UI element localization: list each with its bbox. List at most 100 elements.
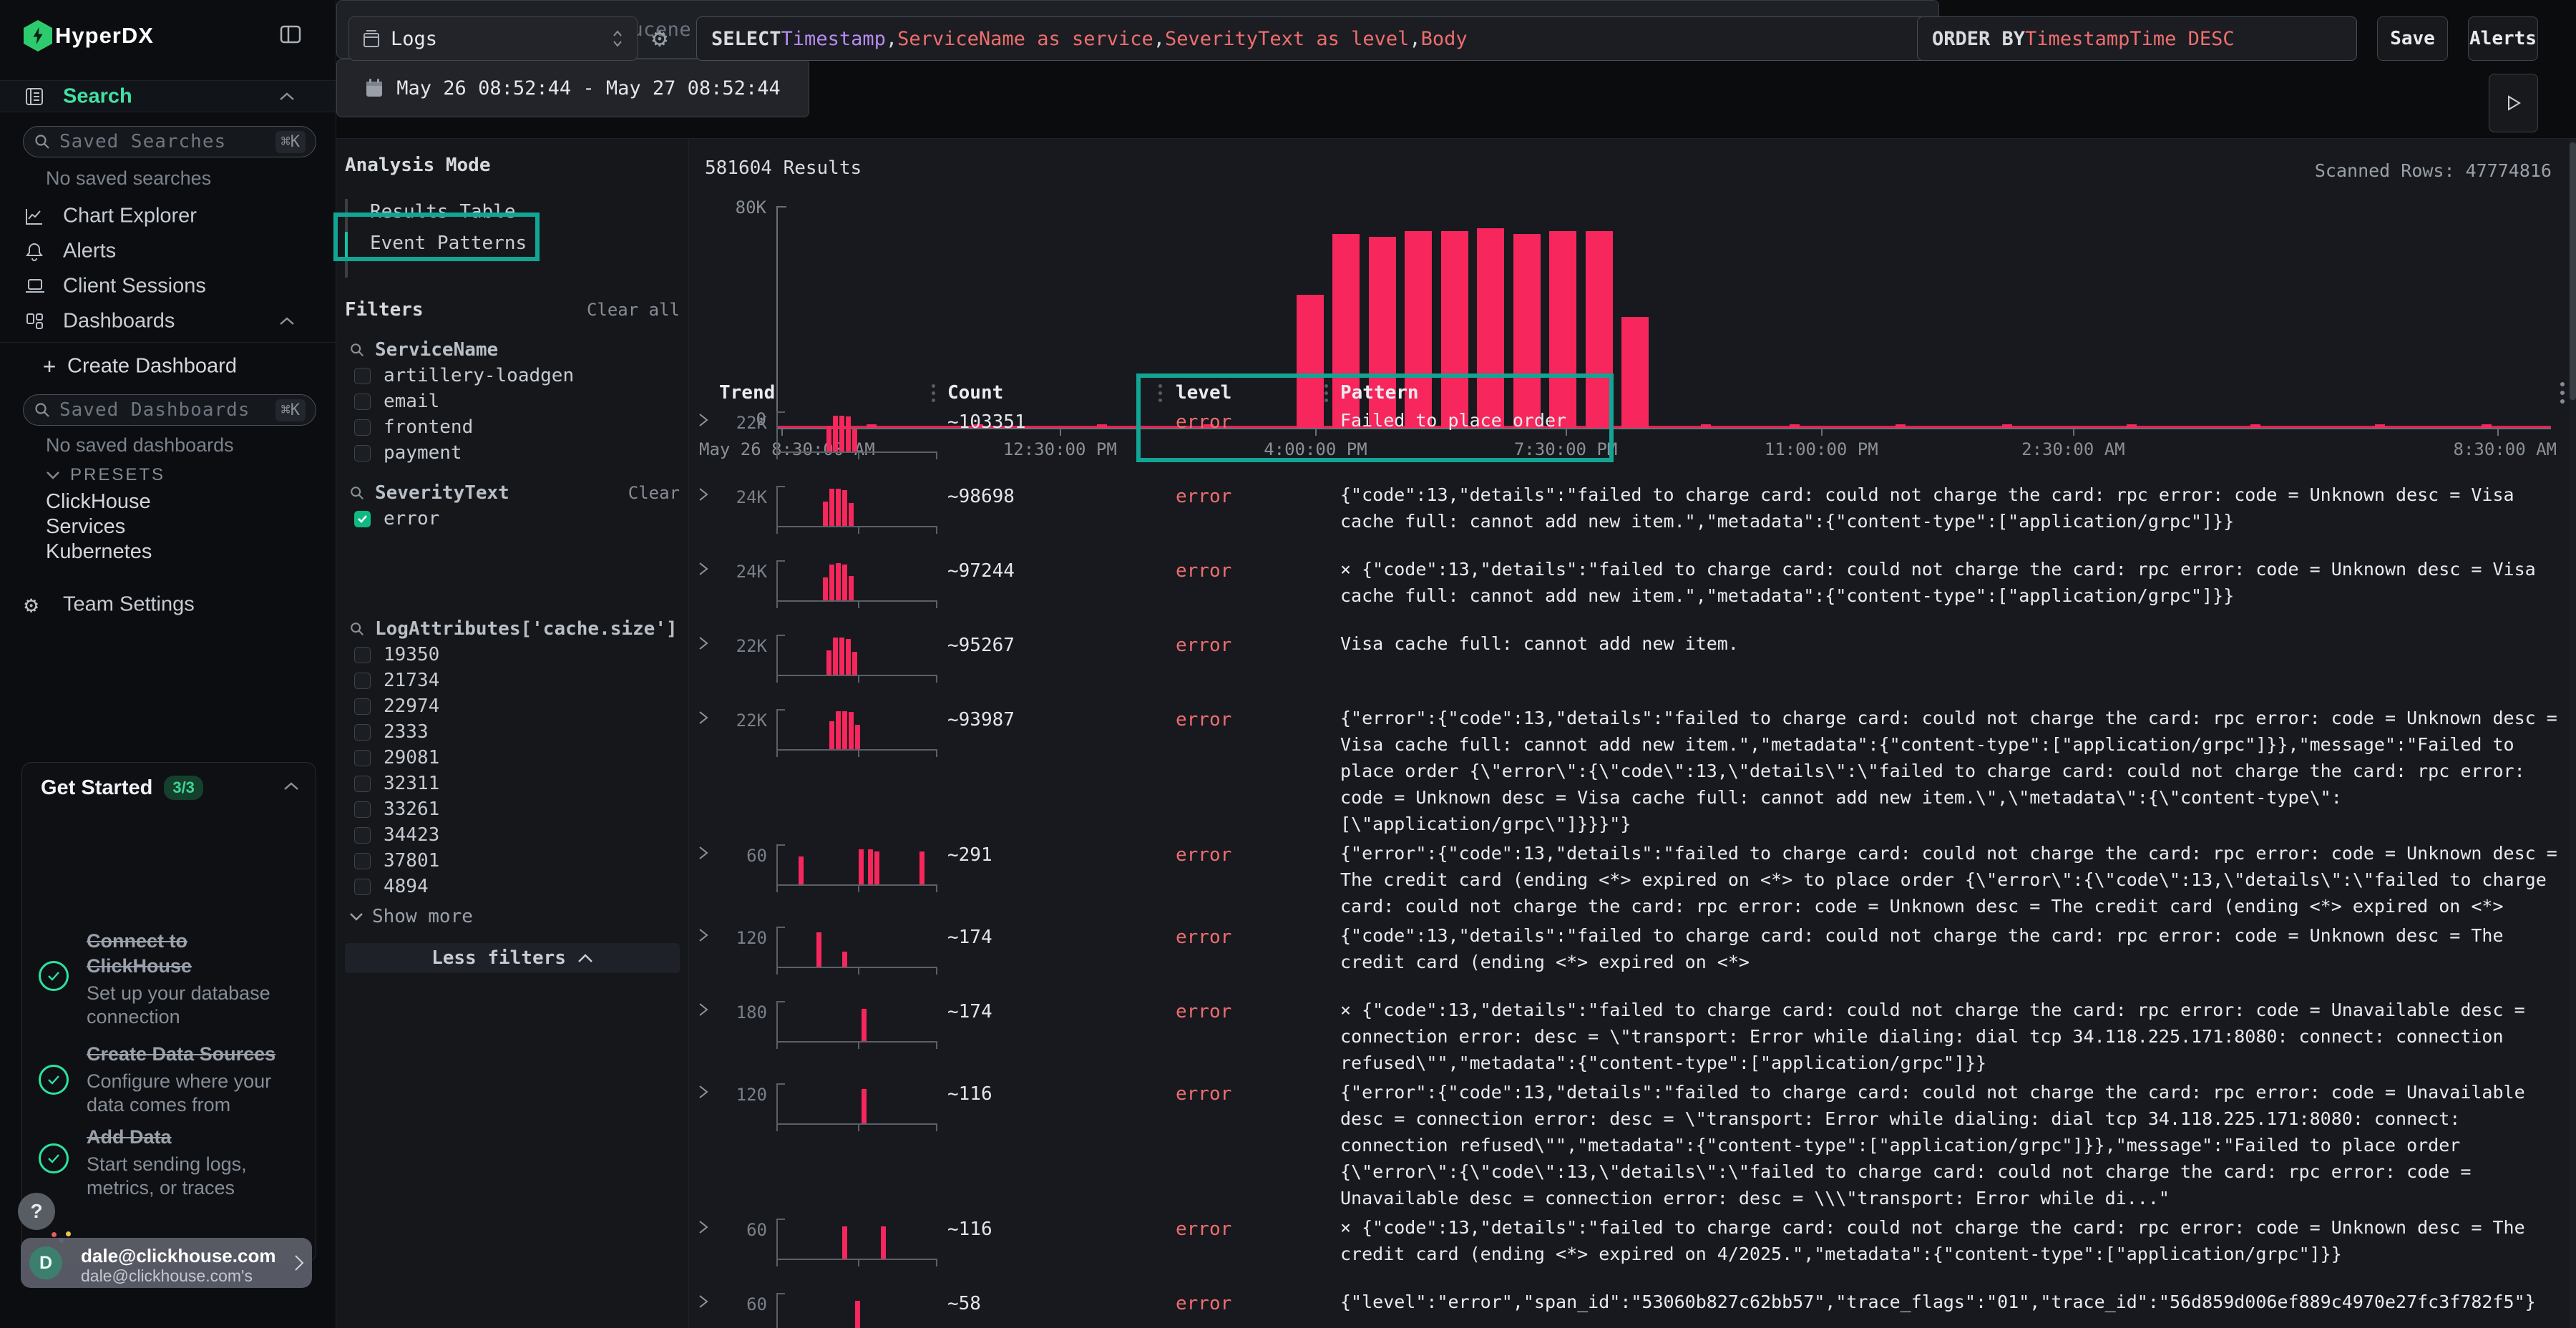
- sidebar-item-client-sessions[interactable]: Client Sessions: [0, 270, 336, 302]
- clear-all-filters-link[interactable]: Clear all: [587, 300, 680, 320]
- sidebar-item-chart-explorer[interactable]: Chart Explorer: [0, 200, 336, 232]
- sql-orderby-input[interactable]: ORDER BY TimestampTime DESC: [1917, 16, 2357, 61]
- filter-value-label: frontend: [384, 416, 473, 438]
- row-expander-chevron-icon[interactable]: [696, 1001, 711, 1018]
- filter-checkbox[interactable]: [354, 750, 371, 766]
- filter-checkbox[interactable]: [354, 511, 371, 527]
- preset-services[interactable]: Services: [46, 515, 125, 539]
- column-header-level[interactable]: level: [1176, 382, 1231, 404]
- row-expander-chevron-icon[interactable]: [696, 560, 711, 577]
- pattern-table-row[interactable]: 24K ~98698 error {"code":13,"details":"f…: [689, 479, 2576, 553]
- row-expander-chevron-icon[interactable]: [696, 486, 711, 503]
- filter-checkbox[interactable]: [354, 801, 371, 818]
- search-icon: [34, 401, 51, 419]
- pattern-table-row[interactable]: 22K ~95267 error Visa cache full: cannot…: [689, 628, 2576, 702]
- sidebar-item-team-settings[interactable]: ⚙ Team Settings: [0, 589, 336, 620]
- column-grip-icon[interactable]: [1158, 384, 1162, 402]
- pattern-table-row[interactable]: 180 ~174 error × {"code":13,"details":"f…: [689, 994, 2576, 1076]
- sparkline-max-label: 22K: [729, 636, 767, 656]
- sidebar-item-dashboards[interactable]: Dashboards: [0, 306, 336, 337]
- filter-checkbox[interactable]: [354, 853, 371, 869]
- pattern-table-row[interactable]: 22K ~103351 error Failed to place order: [689, 404, 2576, 479]
- filter-clear-link[interactable]: Clear: [628, 483, 680, 503]
- scrollbar-thumb[interactable]: [2570, 142, 2576, 400]
- filter-checkbox[interactable]: [354, 724, 371, 741]
- sql-segment: ,: [1409, 28, 1420, 50]
- filter-value-row[interactable]: payment: [345, 441, 680, 465]
- filter-checkbox[interactable]: [354, 673, 371, 689]
- pattern-level: error: [1176, 709, 1231, 731]
- filter-checkbox[interactable]: [354, 368, 371, 384]
- row-expander-chevron-icon[interactable]: [696, 635, 711, 652]
- preset-clickhouse[interactable]: ClickHouse: [46, 490, 151, 514]
- help-button[interactable]: ?: [18, 1193, 55, 1230]
- sidebar-item-alerts[interactable]: Alerts: [0, 235, 336, 267]
- pattern-table-row[interactable]: 120 ~116 error {"error":{"code":13,"deta…: [689, 1076, 2576, 1211]
- filter-checkbox[interactable]: [354, 827, 371, 844]
- create-dashboard-label: Create Dashboard: [67, 355, 237, 379]
- mode-event-patterns[interactable]: Event Patterns: [370, 229, 527, 258]
- pattern-table-row[interactable]: 120 ~174 error {"code":13,"details":"fai…: [689, 919, 2576, 994]
- sidebar-collapse-icon[interactable]: [280, 24, 301, 44]
- filter-value-row[interactable]: 22974: [345, 694, 680, 718]
- save-button[interactable]: Save: [2377, 16, 2448, 61]
- column-header-pattern[interactable]: Pattern: [1340, 382, 1419, 404]
- filter-value-row[interactable]: email: [345, 389, 680, 414]
- filter-checkbox[interactable]: [354, 445, 371, 462]
- filter-value-row[interactable]: 21734: [345, 668, 680, 693]
- row-expander-chevron-icon[interactable]: [696, 844, 711, 861]
- filter-value-row[interactable]: 4894: [345, 874, 680, 899]
- filter-checkbox[interactable]: [354, 776, 371, 792]
- filter-value-row[interactable]: 34423: [345, 823, 680, 847]
- pattern-table-row[interactable]: 22K ~93987 error {"error":{"code":13,"de…: [689, 702, 2576, 837]
- date-range-picker[interactable]: May 26 08:52:44 - May 27 08:52:44: [336, 59, 809, 117]
- filter-checkbox[interactable]: [354, 394, 371, 410]
- get-started-progress-badge: 3/3: [164, 776, 203, 800]
- run-query-button[interactable]: [2489, 74, 2538, 132]
- filter-value-row[interactable]: 29081: [345, 746, 680, 770]
- filter-value-row[interactable]: frontend: [345, 415, 680, 439]
- row-expander-chevron-icon[interactable]: [696, 1083, 711, 1100]
- pattern-table-row[interactable]: 24K ~97244 error × {"code":13,"details":…: [689, 553, 2576, 628]
- column-header-count[interactable]: Count: [947, 382, 1003, 404]
- filter-checkbox[interactable]: [354, 419, 371, 436]
- table-options-kebab-icon[interactable]: [2560, 382, 2565, 404]
- create-dashboard-button[interactable]: + Create Dashboard: [0, 351, 336, 382]
- filter-value-row[interactable]: 2333: [345, 720, 680, 744]
- column-grip-icon[interactable]: [932, 384, 935, 402]
- filter-checkbox[interactable]: [354, 698, 371, 715]
- filter-checkbox[interactable]: [354, 879, 371, 895]
- row-expander-chevron-icon[interactable]: [696, 1293, 711, 1310]
- presets-toggle[interactable]: PRESETS: [46, 465, 165, 485]
- alerts-button[interactable]: Alerts: [2468, 16, 2538, 61]
- filter-value-row[interactable]: error: [345, 507, 680, 531]
- sidebar-item-search[interactable]: Search: [0, 80, 336, 112]
- saved-searches-input[interactable]: Saved Searches ⌘K: [23, 126, 316, 157]
- source-select[interactable]: Logs: [348, 16, 638, 61]
- trend-sparkline: [776, 560, 937, 602]
- filter-value-row[interactable]: 37801: [345, 849, 680, 873]
- less-filters-button[interactable]: Less filters: [345, 943, 680, 973]
- pattern-table-row[interactable]: 60 ~58 error {"level":"error","span_id":…: [689, 1286, 2576, 1328]
- mode-results-table[interactable]: Results Table: [370, 197, 516, 226]
- row-expander-chevron-icon[interactable]: [696, 927, 711, 944]
- source-settings-gear-icon[interactable]: ⚙: [652, 26, 668, 52]
- filter-value-row[interactable]: 19350: [345, 643, 680, 667]
- scrollbar[interactable]: [2570, 140, 2576, 1328]
- row-expander-chevron-icon[interactable]: [696, 411, 711, 429]
- preset-kubernetes[interactable]: Kubernetes: [46, 540, 152, 564]
- pattern-table-row[interactable]: 60 ~116 error × {"code":13,"details":"fa…: [689, 1211, 2576, 1286]
- chevron-up-icon[interactable]: [283, 781, 300, 791]
- row-expander-chevron-icon[interactable]: [696, 709, 711, 726]
- show-more-link[interactable]: Show more: [349, 904, 680, 929]
- row-expander-chevron-icon[interactable]: [696, 1219, 711, 1236]
- user-account-button[interactable]: D dale@clickhouse.com dale@clickhouse.co…: [21, 1238, 312, 1288]
- filter-value-row[interactable]: 33261: [345, 797, 680, 821]
- filter-checkbox[interactable]: [354, 647, 371, 663]
- column-grip-icon[interactable]: [1324, 384, 1328, 402]
- filter-value-row[interactable]: 32311: [345, 771, 680, 796]
- pattern-table-row[interactable]: 60 ~291 error {"error":{"code":13,"detai…: [689, 837, 2576, 919]
- filter-value-row[interactable]: artillery-loadgen: [345, 363, 680, 388]
- saved-dashboards-input[interactable]: Saved Dashboards ⌘K: [23, 394, 316, 426]
- column-header-trend[interactable]: Trend: [719, 382, 775, 404]
